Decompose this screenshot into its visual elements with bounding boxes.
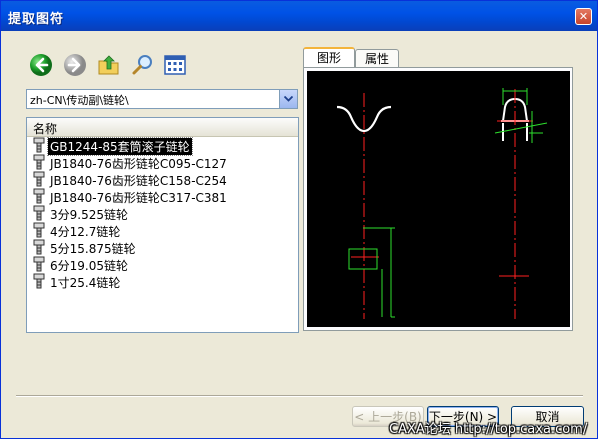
left-dimensions <box>348 227 395 318</box>
tab-properties-label: 属性 <box>364 52 389 66</box>
bolt-icon <box>33 205 45 221</box>
view-mode-button[interactable] <box>163 53 187 77</box>
list-item-label: 6分19.05链轮 <box>50 259 128 273</box>
preview-canvas <box>307 71 570 327</box>
name-column-header: 名称 <box>33 122 58 136</box>
close-icon: ✕ <box>578 10 589 23</box>
list-rows: GB1244-85套筒滚子链轮 JB1840-76齿形链轮C095-C127 JB1… <box>27 137 298 290</box>
sprocket-drawing <box>336 88 548 319</box>
arrow-right-icon <box>64 54 86 76</box>
list-item-label: 1寸25.4链轮 <box>50 276 121 290</box>
footer-separator <box>16 395 583 397</box>
list-item-label: JB1840-76齿形链轮C317-C381 <box>50 191 227 205</box>
list-item[interactable]: JB1840-76齿形链轮C095-C127 <box>27 154 298 171</box>
chevron-down-icon <box>284 96 293 102</box>
bolt-icon <box>33 137 45 153</box>
title-bar[interactable]: 提取图符 ✕ <box>1 1 597 31</box>
folder-up-icon <box>98 55 119 75</box>
list-item[interactable]: JB1840-76齿形链轮C158-C254 <box>27 171 298 188</box>
list-item[interactable]: 3分9.525链轮 <box>27 205 298 222</box>
window-title: 提取图符 <box>8 12 65 27</box>
list-item-label: JB1840-76齿形链轮C158-C254 <box>50 174 227 188</box>
list-item-label: 4分12.7链轮 <box>50 225 121 239</box>
list-header[interactable]: 名称 <box>27 118 298 137</box>
bolt-icon <box>33 256 45 272</box>
bolt-icon <box>33 222 45 238</box>
back-button[interactable] <box>29 53 53 77</box>
close-button[interactable]: ✕ <box>575 8 592 25</box>
path-value: zh-CN\传动副\链轮\ <box>30 94 129 107</box>
bolt-icon <box>33 188 45 204</box>
bolt-icon <box>33 239 45 255</box>
list-item-label: JB1840-76齿形链轮C095-C127 <box>50 157 227 171</box>
tab-graphic-label: 图形 <box>316 51 341 65</box>
list-item[interactable]: JB1840-76齿形链轮C317-C381 <box>27 188 298 205</box>
list-item[interactable]: GB1244-85套筒滚子链轮 <box>27 137 298 156</box>
list-item[interactable]: 5分15.875链轮 <box>27 239 298 256</box>
bolt-icon <box>33 273 45 289</box>
up-folder-button[interactable] <box>97 53 121 77</box>
bolt-icon <box>33 154 45 170</box>
tab-graphic[interactable]: 图形 <box>303 47 355 69</box>
path-combobox[interactable]: zh-CN\传动副\链轮\ <box>26 89 298 109</box>
watermark: CAXA论坛 http://top.caxa.com/ <box>389 422 588 437</box>
path-dropdown-button[interactable] <box>279 90 297 108</box>
preview-panel <box>303 67 573 331</box>
magnifier-icon <box>132 55 152 75</box>
list-item[interactable]: 6分19.05链轮 <box>27 256 298 273</box>
search-button[interactable] <box>131 53 155 77</box>
arrow-left-icon <box>30 54 52 76</box>
dialog-window: 提取图符 ✕ zh-CN\传动副\链轮\ 名称 GB1244-85套筒滚子链轮 … <box>0 0 598 439</box>
list-item[interactable]: 4分12.7链轮 <box>27 222 298 239</box>
symbol-list[interactable]: 名称 GB1244-85套筒滚子链轮 JB1840-76齿形链轮C095-C127… <box>26 117 299 333</box>
bolt-icon <box>33 171 45 187</box>
tab-properties[interactable]: 属性 <box>355 49 399 69</box>
grid-view-icon <box>164 55 186 75</box>
list-item-label: 5分15.875链轮 <box>50 242 136 256</box>
forward-button[interactable] <box>63 53 87 77</box>
list-item-label: GB1244-85套筒滚子链轮 <box>47 137 193 156</box>
list-item-label: 3分9.525链轮 <box>50 208 128 222</box>
list-item[interactable]: 1寸25.4链轮 <box>27 273 298 290</box>
